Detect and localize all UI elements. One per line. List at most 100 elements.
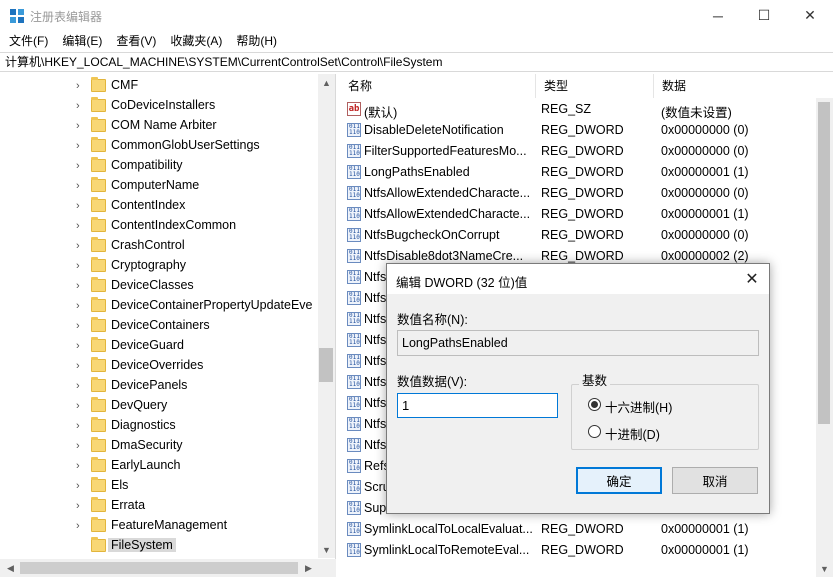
tree-item[interactable]: › ContentIndexCommon: [0, 216, 320, 236]
tree-scroll-right-icon[interactable]: ▶: [300, 560, 317, 577]
list-scroll-down-icon[interactable]: ▼: [816, 560, 833, 577]
tree-item[interactable]: › Cryptography: [0, 256, 320, 276]
chevron-right-icon[interactable]: ›: [76, 279, 86, 293]
chevron-right-icon[interactable]: ›: [76, 179, 86, 193]
dialog-close-icon[interactable]: ✕: [739, 267, 765, 291]
tree-item[interactable]: › DeviceContainerPropertyUpdateEve: [0, 296, 320, 316]
chevron-right-icon[interactable]: ›: [76, 219, 86, 233]
value-row[interactable]: 011 110 SymlinkLocalToLocalEvaluat... REG_…: [340, 519, 825, 540]
tree-item[interactable]: › DeviceOverrides: [0, 356, 320, 376]
menu-view[interactable]: 查看(V): [109, 31, 163, 51]
tree-item[interactable]: › Compatibility: [0, 156, 320, 176]
menu-edit[interactable]: 编辑(E): [55, 31, 109, 51]
tree-item[interactable]: › ComputerName: [0, 176, 320, 196]
chevron-right-icon[interactable]: ›: [76, 499, 86, 513]
tree-item[interactable]: › DeviceGuard: [0, 336, 320, 356]
value-row[interactable]: 011 110 NtfsBugcheckOnCorrupt REG_DWORD 0x0…: [340, 225, 825, 246]
tree-item[interactable]: › CrashControl: [0, 236, 320, 256]
chevron-right-icon[interactable]: ›: [76, 79, 86, 93]
menu-file[interactable]: 文件(F): [2, 31, 55, 51]
tree-item[interactable]: › CoDeviceInstallers: [0, 96, 320, 116]
value-name: DisableDeleteNotification: [364, 123, 504, 137]
chevron-right-icon[interactable]: ›: [76, 119, 86, 133]
chevron-right-icon[interactable]: ›: [76, 259, 86, 273]
key-tree: › CMF › CoDeviceInstallers › COM Name Arbiter…: [0, 74, 336, 577]
tree-scroll-thumb[interactable]: [319, 348, 333, 382]
tree-item-label: DeviceGuard: [111, 338, 184, 352]
value-row[interactable]: 011 110 LongPathsEnabled REG_DWORD 0x000000…: [340, 162, 825, 183]
tree-item[interactable]: › COM Name Arbiter: [0, 116, 320, 136]
tree-item[interactable]: › DmaSecurity: [0, 436, 320, 456]
chevron-right-icon[interactable]: ›: [76, 239, 86, 253]
value-row[interactable]: ab (默认) REG_SZ (数值未设置): [340, 99, 825, 120]
value-row[interactable]: 011 110 NtfsAllowExtendedCharacte... REG_D…: [340, 183, 825, 204]
chevron-right-icon[interactable]: ›: [76, 99, 86, 113]
tree-item-label: DeviceContainerPropertyUpdateEve: [111, 298, 313, 312]
column-header-type[interactable]: 类型: [536, 74, 654, 98]
dialog-title: 编辑 DWORD (32 位)值: [396, 276, 528, 290]
address-bar[interactable]: 计算机\HKEY_LOCAL_MACHINE\SYSTEM\CurrentCon…: [0, 52, 833, 72]
tree-scroll-down-icon[interactable]: ▼: [318, 541, 335, 558]
close-button[interactable]: ✕: [787, 0, 833, 31]
chevron-right-icon[interactable]: ›: [76, 519, 86, 533]
tree-vertical-scrollbar[interactable]: [318, 74, 335, 558]
chevron-right-icon[interactable]: ›: [76, 139, 86, 153]
binary-value-icon: 011 110: [347, 333, 361, 347]
maximize-button[interactable]: ☐: [741, 0, 787, 31]
chevron-right-icon[interactable]: ›: [76, 339, 86, 353]
string-value-icon: ab: [347, 102, 361, 116]
binary-value-icon: 011 110: [347, 480, 361, 494]
chevron-right-icon[interactable]: ›: [76, 399, 86, 413]
tree-item[interactable]: › Diagnostics: [0, 416, 320, 436]
menu-favorites[interactable]: 收藏夹(A): [163, 31, 229, 51]
binary-value-icon: 011 110: [347, 354, 361, 368]
chevron-right-icon[interactable]: ›: [76, 419, 86, 433]
column-header-name[interactable]: 名称: [340, 74, 536, 98]
chevron-right-icon[interactable]: ›: [76, 299, 86, 313]
chevron-right-icon[interactable]: ›: [76, 199, 86, 213]
tree-item[interactable]: › DevicePanels: [0, 376, 320, 396]
radix-dec-radio[interactable]: [588, 425, 601, 438]
value-row[interactable]: 011 110 FilterSupportedFeaturesMo... REG_D…: [340, 141, 825, 162]
chevron-right-icon[interactable]: ›: [76, 319, 86, 333]
chevron-right-icon[interactable]: ›: [76, 439, 86, 453]
chevron-right-icon[interactable]: ›: [76, 459, 86, 473]
chevron-right-icon[interactable]: ›: [76, 359, 86, 373]
value-row[interactable]: 011 110 NtfsAllowExtendedCharacte... REG_D…: [340, 204, 825, 225]
tree-item[interactable]: › FeatureManagement: [0, 516, 320, 536]
folder-icon: [91, 317, 106, 332]
tree-scroll-up-icon[interactable]: ▲: [318, 74, 335, 91]
chevron-right-icon[interactable]: ›: [76, 479, 86, 493]
tree-item-label: FeatureManagement: [111, 518, 228, 532]
tree-item[interactable]: › CommonGlobUserSettings: [0, 136, 320, 156]
value-name: FilterSupportedFeaturesMo...: [364, 144, 527, 158]
value-row[interactable]: 011 110 DisableDeleteNotification REG_DWOR…: [340, 120, 825, 141]
radix-dec-label[interactable]: 十进制(D): [605, 424, 660, 443]
radix-hex-radio[interactable]: [588, 398, 601, 411]
tree-item[interactable]: › EarlyLaunch: [0, 456, 320, 476]
ok-button[interactable]: 确定: [576, 467, 662, 494]
menu-help[interactable]: 帮助(H): [229, 31, 284, 51]
tree-item-label: FileSystem: [108, 538, 176, 552]
minimize-button[interactable]: ─: [695, 0, 741, 31]
value-data-input[interactable]: [397, 393, 558, 418]
dialog-title-bar: 编辑 DWORD (32 位)值 ✕: [387, 264, 769, 294]
tree-item[interactable]: › DeviceClasses: [0, 276, 320, 296]
cancel-button[interactable]: 取消: [672, 467, 758, 494]
list-scroll-thumb[interactable]: [818, 102, 830, 424]
tree-hscroll-thumb[interactable]: [20, 562, 298, 574]
column-header-data[interactable]: 数据: [654, 74, 824, 98]
value-row[interactable]: 011 110 SymlinkLocalToRemoteEval... REG_DW…: [340, 540, 825, 561]
tree-item[interactable]: FileSystem: [0, 536, 320, 556]
radix-hex-label[interactable]: 十六进制(H): [605, 397, 672, 416]
tree-item[interactable]: › Errata: [0, 496, 320, 516]
tree-item[interactable]: › ContentIndex: [0, 196, 320, 216]
tree-item[interactable]: › CMF: [0, 76, 320, 96]
tree-scroll-left-icon[interactable]: ◀: [2, 560, 19, 577]
chevron-right-icon[interactable]: ›: [76, 159, 86, 173]
tree-item[interactable]: › DevQuery: [0, 396, 320, 416]
tree-item[interactable]: › Els: [0, 476, 320, 496]
tree-item[interactable]: › DeviceContainers: [0, 316, 320, 336]
tree-item-label: CoDeviceInstallers: [111, 98, 216, 112]
chevron-right-icon[interactable]: ›: [76, 379, 86, 393]
